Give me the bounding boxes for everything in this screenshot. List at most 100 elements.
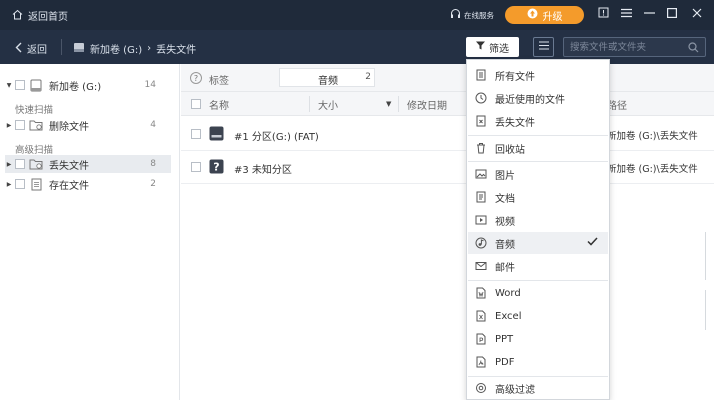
tree-checkbox[interactable] [15, 120, 25, 130]
advanced-filter-icon [474, 381, 488, 395]
tag-label: 标签 [209, 76, 229, 87]
menu-item-label: 所有文件 [495, 71, 535, 83]
tree-item-label: 存在文件 [49, 180, 89, 192]
search-box [563, 37, 706, 57]
video-icon [474, 213, 488, 227]
menu-item-excel[interactable]: Excel [468, 305, 608, 327]
menu-item-label: 音频 [495, 239, 515, 251]
scroll-edge-line [705, 232, 706, 280]
row-checkbox[interactable] [191, 162, 201, 172]
menu-divider [468, 135, 608, 136]
column-header-name[interactable]: 名称 [209, 92, 229, 116]
menu-item-word[interactable]: Word [468, 282, 608, 304]
drive-checkbox[interactable] [15, 80, 25, 90]
tree-item-lost-files[interactable]: ▶ 丢失文件 8 [5, 155, 171, 173]
menu-item-recent-files[interactable]: 最近使用的文件 [468, 87, 608, 109]
quick-scan-label: 快速扫描 [15, 105, 54, 116]
maximize-button[interactable] [665, 7, 679, 21]
close-button[interactable] [690, 7, 704, 21]
tree-item-deleted-files[interactable]: ▶ 删除文件 4 [5, 116, 171, 134]
tag-chip[interactable]: 音频 2 [279, 68, 375, 87]
maximize-icon [667, 7, 678, 21]
drive-icon [29, 78, 43, 92]
mail-icon [474, 259, 488, 273]
menu-item-mail[interactable]: 邮件 [468, 255, 608, 277]
select-all-checkbox[interactable] [191, 99, 201, 109]
partition-drive-icon [209, 126, 224, 141]
table-row[interactable]: #1 分区(G:) (FAT) 新加卷 (G:)\丢失文件 [181, 118, 714, 151]
tree-item-count: 2 [150, 179, 156, 189]
expand-triangle-icon[interactable]: ▶ [5, 122, 13, 129]
ppt-icon [474, 332, 488, 346]
column-header-size[interactable]: 大小 [318, 92, 338, 116]
search-input[interactable] [570, 41, 682, 53]
drive-icon [73, 42, 85, 56]
hamburger-icon [620, 8, 632, 21]
upgrade-button[interactable]: 升级 [505, 6, 584, 24]
help-icon[interactable]: ? [190, 72, 202, 84]
back-button[interactable]: 返回 [15, 41, 47, 56]
collapse-triangle-icon[interactable]: ▼ [5, 82, 13, 89]
table-header: 名称 大小 ▼ 修改日期 路径 [181, 92, 714, 116]
row-checkbox[interactable] [191, 129, 201, 139]
expand-triangle-icon[interactable]: ▶ [5, 181, 13, 188]
minimize-button[interactable] [642, 7, 656, 21]
menu-item-label: PDF [495, 356, 515, 368]
tree-checkbox[interactable] [15, 179, 25, 189]
search-icon[interactable] [688, 42, 699, 56]
menu-item-videos[interactable]: 视频 [468, 209, 608, 231]
column-header-path[interactable]: 路径 [607, 92, 627, 116]
view-list-button[interactable] [533, 37, 554, 57]
audio-icon [474, 236, 488, 250]
menu-divider [468, 280, 608, 281]
filter-button[interactable]: 筛选 [466, 37, 519, 57]
sort-triangle-icon[interactable]: ▼ [386, 92, 391, 116]
tree-item-existing-files[interactable]: ▶ 存在文件 2 [5, 175, 171, 193]
tree-item-label: 新加卷 (G:) [49, 81, 102, 93]
sidebar: ▼ 新加卷 (G:) 14 快速扫描 ▶ 删除文件 4 高级扫描 ▶ 丢失文件 … [0, 64, 180, 400]
menu-item-documents[interactable]: 文档 [468, 186, 608, 208]
expand-triangle-icon[interactable]: ▶ [5, 161, 13, 168]
menu-item-label: 回收站 [495, 144, 525, 156]
tree-item-drive[interactable]: ▼ 新加卷 (G:) 14 [5, 76, 171, 94]
title-bar: 返回首页 在线服务 升级 [0, 0, 714, 30]
scroll-edge-line [705, 290, 706, 330]
unknown-partition-icon: ? [209, 159, 224, 174]
home-link[interactable]: 返回首页 [12, 8, 68, 23]
tag-filter-bar: ? 标签 音频 2 [181, 64, 714, 92]
tree-item-count: 8 [150, 159, 156, 169]
menu-item-images[interactable]: 图片 [468, 163, 608, 185]
headset-icon [450, 8, 461, 22]
home-label: 返回首页 [28, 12, 68, 23]
column-header-modified[interactable]: 修改日期 [407, 92, 447, 116]
row-name: #1 分区(G:) (FAT) [234, 132, 319, 143]
menu-item-audio[interactable]: 音频 [468, 232, 608, 254]
tree-checkbox[interactable] [15, 159, 25, 169]
image-icon [474, 167, 488, 181]
menu-item-ppt[interactable]: PPT [468, 328, 608, 350]
column-divider [398, 96, 399, 112]
document-icon [474, 190, 488, 204]
menu-item-recycle-bin[interactable]: 回收站 [468, 137, 608, 159]
word-icon [474, 286, 488, 300]
menu-item-lost-files[interactable]: 丢失文件 [468, 110, 608, 132]
main-menu-button[interactable] [619, 7, 633, 21]
recycle-bin-icon [474, 141, 488, 155]
breadcrumb-folder[interactable]: 丢失文件 [156, 41, 196, 56]
menu-item-label: 视频 [495, 216, 515, 228]
checkmark-icon [587, 237, 598, 249]
table-row[interactable]: ? #3 未知分区 新加卷 (G:)\丢失文件 [181, 151, 714, 184]
menu-item-all-files[interactable]: 所有文件 [468, 64, 608, 86]
online-service-link[interactable]: 在线服务 [450, 8, 494, 22]
svg-text:?: ? [213, 161, 219, 174]
clock-icon [474, 91, 488, 105]
menu-item-advanced-filter[interactable]: 高级过滤 [468, 377, 608, 399]
column-divider [309, 96, 310, 112]
tag-count: 2 [365, 72, 371, 82]
lost-folder-icon [29, 157, 43, 171]
service-label: 在线服务 [464, 10, 494, 20]
breadcrumb-drive[interactable]: 新加卷 (G:) [90, 41, 142, 56]
deep-scan-label: 高级扫描 [15, 145, 54, 156]
feedback-button[interactable] [596, 7, 610, 21]
menu-item-pdf[interactable]: PDF [468, 351, 608, 373]
